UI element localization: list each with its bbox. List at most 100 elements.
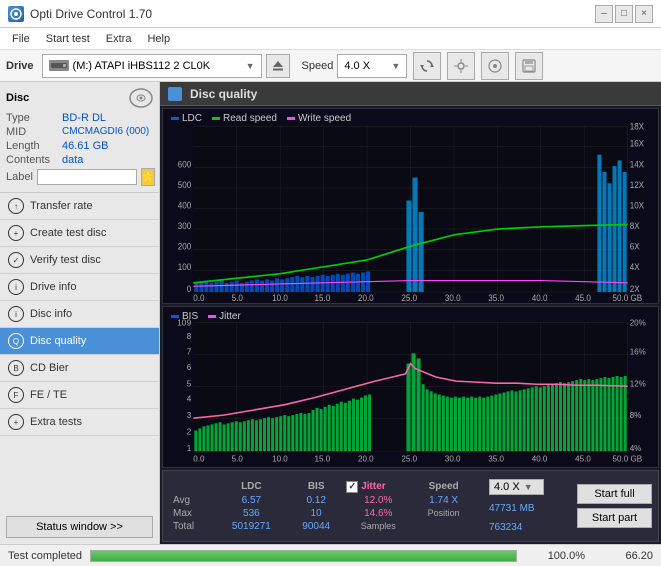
nav-create-test-disc[interactable]: + Create test disc	[0, 220, 159, 247]
maximize-button[interactable]: □	[615, 5, 633, 23]
total-label: Total	[169, 520, 215, 533]
stats-row-max: Max 536 10 14.6% Position	[169, 507, 475, 520]
drive-info-icon: i	[8, 279, 24, 295]
stats-table: LDC BIS ✓ Jitter Speed	[169, 480, 475, 533]
speed-select-bottom[interactable]: 4.0 X ▼	[489, 479, 544, 495]
minimize-button[interactable]: –	[595, 5, 613, 23]
main-content: Disc Type BD-R DL MID CMCMAGDI6 (000) Le…	[0, 82, 661, 544]
total-ldc: 5019271	[215, 520, 289, 533]
nav-disc-quality[interactable]: Q Disc quality	[0, 328, 159, 355]
svg-text:0.0: 0.0	[193, 293, 204, 304]
svg-text:3: 3	[187, 412, 192, 421]
close-button[interactable]: ×	[635, 5, 653, 23]
svg-text:50.0 GB: 50.0 GB	[613, 455, 643, 464]
svg-text:40.0: 40.0	[532, 293, 548, 304]
label-input[interactable]	[37, 169, 137, 185]
disc-info-icon: i	[8, 306, 24, 322]
menu-extra[interactable]: Extra	[98, 31, 140, 47]
window-controls: – □ ×	[595, 5, 653, 23]
status-window-button[interactable]: Status window >>	[6, 516, 153, 538]
drive-value: (M:) ATAPI iHBS112 2 CL0K	[73, 60, 211, 72]
top-chart-panel: LDC Read speed Write speed	[162, 108, 659, 304]
nav-transfer-rate[interactable]: ↑ Transfer rate	[0, 193, 159, 220]
transfer-rate-icon: ↑	[8, 198, 24, 214]
stats-table-container: LDC BIS ✓ Jitter Speed	[163, 471, 481, 541]
legend-write-speed: Write speed	[287, 113, 351, 124]
svg-text:10.0: 10.0	[272, 293, 288, 304]
ldc-label: LDC	[182, 113, 202, 124]
content-header: Disc quality	[160, 82, 661, 106]
svg-text:8%: 8%	[630, 412, 642, 421]
svg-text:5.0: 5.0	[232, 293, 243, 304]
menu-start-test[interactable]: Start test	[38, 31, 98, 47]
col-header-speed: Speed	[412, 480, 475, 494]
write-dot	[287, 117, 295, 120]
jitter-col-header: Jitter	[361, 481, 385, 492]
nav-disc-info[interactable]: i Disc info	[0, 301, 159, 328]
drive-select[interactable]: (M:) ATAPI iHBS112 2 CL0K ▼	[42, 54, 262, 78]
type-label: Type	[6, 112, 58, 124]
jitter-checkbox[interactable]: ✓	[346, 481, 358, 493]
speed-dropdown-arrow: ▼	[391, 61, 400, 71]
svg-text:4X: 4X	[630, 262, 640, 273]
title-text: Opti Drive Control 1.70	[30, 7, 152, 21]
drive-dropdown-arrow: ▼	[246, 61, 255, 71]
position-samples: 4.0 X ▼ 47731 MB 763234	[481, 471, 571, 541]
label-button[interactable]: ⭐	[141, 168, 155, 186]
app-icon	[8, 6, 24, 22]
svg-text:8: 8	[187, 332, 192, 341]
nav-fe-te[interactable]: F FE / TE	[0, 382, 159, 409]
svg-text:30.0: 30.0	[445, 455, 461, 464]
svg-text:500: 500	[178, 179, 192, 190]
avg-label: Avg	[169, 494, 215, 507]
nav-drive-info[interactable]: i Drive info	[0, 274, 159, 301]
svg-text:20.0: 20.0	[358, 293, 374, 304]
top-chart-svg: 0 100 200 300 400 500 600 2X 4X 6X 8X 10…	[163, 109, 658, 303]
refresh-button[interactable]	[413, 52, 441, 80]
col-header-empty	[169, 480, 215, 494]
svg-text:35.0: 35.0	[488, 455, 504, 464]
drive-label: Drive	[6, 60, 34, 72]
save-button[interactable]	[515, 52, 543, 80]
stats-row-avg: Avg 6.57 0.12 12.0% 1.74 X	[169, 494, 475, 507]
svg-text:25.0: 25.0	[401, 293, 417, 304]
svg-text:4: 4	[187, 395, 192, 404]
verify-disc-icon: ✓	[8, 252, 24, 268]
nav-verify-test-disc[interactable]: ✓ Verify test disc	[0, 247, 159, 274]
length-value: 46.61 GB	[62, 140, 108, 152]
svg-text:200: 200	[178, 241, 192, 252]
svg-text:5: 5	[187, 380, 192, 389]
extra-tests-icon: +	[8, 414, 24, 430]
speed-value: 4.0 X	[344, 60, 370, 72]
speed-bottom-value: 4.0 X	[494, 481, 520, 493]
svg-text:30.0: 30.0	[445, 293, 461, 304]
svg-text:600: 600	[178, 159, 192, 170]
ldc-dot	[171, 117, 179, 120]
avg-bis: 0.12	[288, 494, 344, 507]
svg-text:15.0: 15.0	[315, 455, 331, 464]
progress-bar	[90, 550, 517, 562]
eject-button[interactable]	[266, 54, 290, 78]
start-part-button[interactable]: Start part	[577, 508, 652, 528]
disc-icon	[129, 88, 153, 108]
svg-text:40.0: 40.0	[532, 455, 548, 464]
nav-extra-tests[interactable]: + Extra tests	[0, 409, 159, 436]
eject2-button[interactable]	[481, 52, 509, 80]
svg-text:6X: 6X	[630, 241, 640, 252]
svg-text:12%: 12%	[630, 380, 646, 389]
settings-button[interactable]	[447, 52, 475, 80]
right-value: 66.20	[593, 550, 653, 562]
menu-file[interactable]: File	[4, 31, 38, 47]
speed-select[interactable]: 4.0 X ▼	[337, 54, 407, 78]
start-full-button[interactable]: Start full	[577, 484, 652, 504]
bis-label: BIS	[182, 311, 198, 322]
mid-label: MID	[6, 126, 58, 138]
col-header-ldc: LDC	[215, 480, 289, 494]
menu-help[interactable]: Help	[139, 31, 178, 47]
nav-cd-bier[interactable]: B CD Bier	[0, 355, 159, 382]
avg-ldc: 6.57	[215, 494, 289, 507]
svg-text:50.0 GB: 50.0 GB	[613, 293, 643, 304]
svg-text:16X: 16X	[630, 138, 645, 149]
max-bis: 10	[288, 507, 344, 520]
length-label: Length	[6, 140, 58, 152]
